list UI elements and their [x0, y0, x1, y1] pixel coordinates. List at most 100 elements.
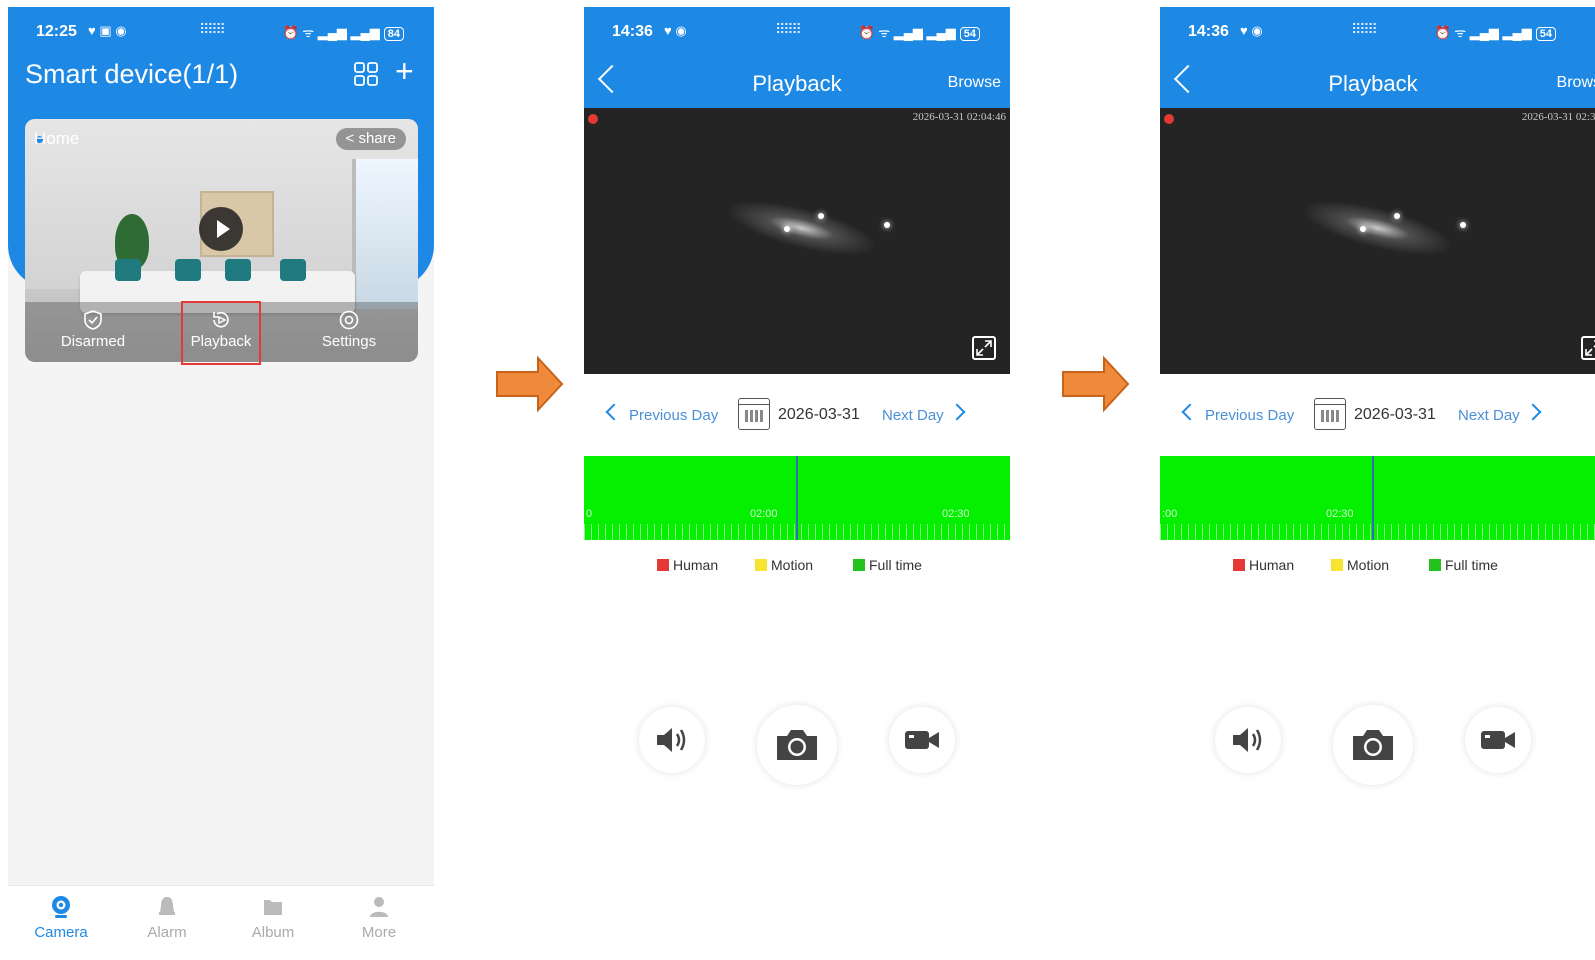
share-label: share — [358, 130, 396, 147]
browse-button[interactable]: Brows — [1557, 74, 1595, 92]
record-button[interactable] — [1465, 707, 1531, 773]
legend-full-time: Full time — [1429, 557, 1498, 573]
battery-icon: 54 — [1535, 27, 1556, 41]
day-navigation: Previous Day 2026-03-31 Next Day — [1160, 392, 1586, 438]
chevron-left-icon[interactable] — [605, 403, 623, 421]
date-label[interactable]: 2026-03-31 — [778, 406, 860, 424]
tab-alarm[interactable]: Alarm — [114, 894, 220, 941]
page-title: Playback — [752, 71, 842, 96]
camera-icon — [52, 896, 70, 918]
disarmed-button[interactable]: Disarmed — [43, 309, 143, 350]
bottom-tab-bar: Camera Alarm Album More — [8, 885, 434, 952]
recording-dot-icon — [1164, 114, 1174, 124]
play-button[interactable] — [199, 207, 243, 251]
motion-swatch — [1331, 559, 1343, 571]
video-player[interactable]: 2026-03-31 02:32 — [1160, 108, 1595, 374]
camera-snapshot-icon — [1353, 730, 1393, 760]
playback-timeline[interactable]: 0 02:00 02:30 — [584, 456, 1010, 540]
page-title: Smart device(1/1) — [25, 59, 239, 89]
timeline-cursor[interactable] — [796, 456, 798, 540]
signal-dots-icon: ⠿⠿⠿ — [775, 21, 802, 37]
tab-album-label: Album — [251, 924, 295, 941]
camera-snapshot-icon — [777, 730, 817, 760]
folder-icon — [264, 900, 282, 915]
playback-timeline[interactable]: :00 02:30 — [1160, 456, 1595, 540]
speaker-icon — [1233, 728, 1262, 752]
day-navigation: Previous Day 2026-03-31 Next Day — [584, 392, 1010, 438]
human-swatch — [1233, 559, 1245, 571]
fullscreen-icon[interactable] — [1581, 336, 1595, 360]
timeline-label: 02:30 — [942, 508, 970, 520]
status-time: 14:36 — [612, 23, 653, 40]
shield-check-icon — [84, 310, 102, 330]
device-name: Home — [34, 129, 80, 148]
playback-screen: 14:36 ♥ ◉ ⠿⠿⠿ ⏰ ᯤ ▂▄▆ ▂▄▆ 54 Playback Bro… — [584, 7, 1010, 952]
flow-arrow-icon — [496, 355, 564, 413]
tab-more-label: More — [361, 924, 397, 941]
sound-button[interactable] — [1215, 707, 1281, 773]
sound-button[interactable] — [639, 707, 705, 773]
bell-icon — [159, 897, 175, 915]
previous-day-button[interactable]: Previous Day — [1205, 407, 1294, 424]
signal-dots-icon: ⠿⠿⠿ — [1351, 21, 1378, 37]
next-day-button[interactable]: Next Day — [882, 407, 944, 424]
chevron-right-icon[interactable] — [1524, 403, 1542, 421]
full-time-swatch — [853, 559, 865, 571]
legend-human: Human — [1233, 557, 1294, 573]
calendar-icon[interactable] — [738, 398, 770, 430]
status-bar: 14:36 ♥ ◉ ⠿⠿⠿ ⏰ ᯤ ▂▄▆ ▂▄▆ 54 — [1160, 7, 1586, 57]
human-swatch — [657, 559, 669, 571]
status-icons: ⏰ ᯤ ▂▄▆ ▂▄▆ 54 — [1434, 23, 1556, 41]
settings-label: Settings — [321, 333, 377, 350]
full-time-swatch — [1429, 559, 1441, 571]
snapshot-button[interactable] — [757, 705, 837, 785]
legend-motion: Motion — [755, 557, 813, 573]
settings-button[interactable]: Settings — [299, 309, 399, 350]
status-icons: ⏰ ᯤ ▂▄▆ ▂▄▆ 84 — [282, 23, 404, 41]
battery-icon: 84 — [383, 27, 404, 41]
speaker-icon — [657, 728, 686, 752]
status-icons: ⏰ ᯤ ▂▄▆ ▂▄▆ 54 — [858, 23, 980, 41]
video-player[interactable]: 2026-03-31 02:04:46 — [584, 108, 1010, 374]
chevron-right-icon[interactable] — [948, 403, 966, 421]
tab-more[interactable]: More — [326, 894, 432, 941]
notification-icons: ♥ ◉ — [664, 23, 687, 38]
user-icon — [370, 897, 388, 917]
grid-view-icon[interactable] — [354, 62, 378, 86]
browse-button[interactable]: Browse — [948, 74, 1001, 92]
playback-screen-2: 14:36 ♥ ◉ ⠿⠿⠿ ⏰ ᯤ ▂▄▆ ▂▄▆ 54 Playback Bro… — [1160, 7, 1595, 952]
night-scene-image — [721, 189, 882, 267]
share-button[interactable]: < share — [335, 128, 406, 150]
date-label[interactable]: 2026-03-31 — [1354, 406, 1436, 424]
status-bar: 12:25 ♥ ▣ ◉ ⠿⠿⠿ ⏰ ᯤ ▂▄▆ ▂▄▆ 84 — [8, 7, 434, 57]
add-device-icon[interactable]: + — [395, 55, 414, 87]
tab-camera[interactable]: Camera — [8, 894, 114, 941]
timeline-cursor[interactable] — [1372, 456, 1374, 540]
flow-arrow-icon — [1062, 355, 1130, 413]
page-title: Playback — [1328, 71, 1418, 96]
recording-dot-icon — [588, 114, 598, 124]
status-time: 12:25 — [36, 23, 77, 40]
next-day-button[interactable]: Next Day — [1458, 407, 1520, 424]
timeline-label: 02:00 — [750, 508, 778, 520]
motion-swatch — [755, 559, 767, 571]
record-button[interactable] — [889, 707, 955, 773]
night-scene-image — [1297, 189, 1458, 267]
timeline-label: :00 — [1162, 508, 1178, 520]
status-time: 14:36 — [1188, 23, 1229, 40]
settings-icon — [339, 310, 359, 330]
tab-album[interactable]: Album — [220, 894, 326, 941]
timeline-legend: Human Motion Full time — [584, 557, 1010, 577]
playback-highlight-box — [181, 301, 261, 365]
disarmed-label: Disarmed — [60, 333, 126, 350]
chevron-left-icon[interactable] — [1181, 403, 1199, 421]
timeline-label: 02:30 — [1326, 508, 1354, 520]
calendar-icon[interactable] — [1314, 398, 1346, 430]
notification-icons: ♥ ▣ ◉ — [88, 23, 127, 38]
legend-motion: Motion — [1331, 557, 1389, 573]
legend-human: Human — [657, 557, 718, 573]
battery-icon: 54 — [959, 27, 980, 41]
previous-day-button[interactable]: Previous Day — [629, 407, 718, 424]
fullscreen-icon[interactable] — [972, 336, 996, 360]
snapshot-button[interactable] — [1333, 705, 1413, 785]
